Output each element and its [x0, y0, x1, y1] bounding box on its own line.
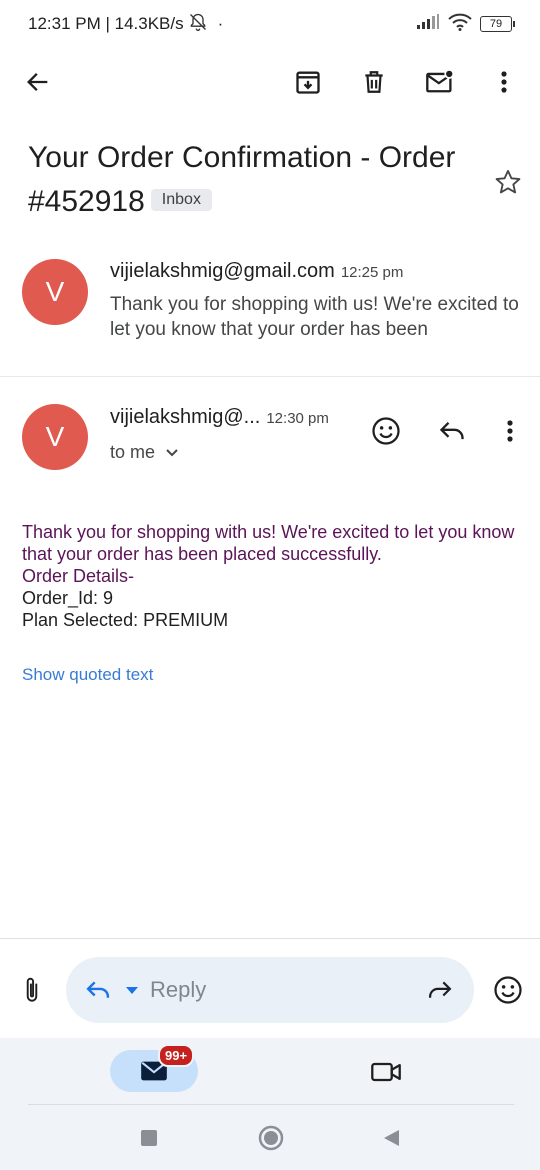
- avatar[interactable]: V: [22, 259, 88, 325]
- wifi-icon: [448, 13, 472, 36]
- message-snippet: Thank you for shopping with us! We're ex…: [110, 294, 519, 340]
- bottom-navigation: 99+: [0, 1038, 540, 1170]
- toolbar: [0, 56, 540, 108]
- archive-icon[interactable]: [288, 62, 328, 102]
- message-time: 12:25 pm: [340, 264, 404, 281]
- chevron-down-icon: [166, 448, 178, 456]
- alarm-off-icon: [188, 12, 208, 37]
- sender-email: vijielakshmig@...: [110, 406, 261, 428]
- mark-unread-icon[interactable]: [420, 62, 460, 102]
- delete-icon[interactable]: [354, 62, 394, 102]
- message-body: Thank you for shopping with us! We're ex…: [22, 521, 522, 631]
- reply-bar: Reply: [0, 955, 540, 1025]
- inbox-label[interactable]: Inbox: [150, 189, 212, 212]
- reply-icon[interactable]: [430, 409, 474, 453]
- emoji-reaction-icon[interactable]: [364, 409, 408, 453]
- sender-email: vijielakshmig@gmail.com: [110, 260, 335, 282]
- avatar[interactable]: V: [22, 404, 88, 470]
- body-paragraph: Thank you for shopping with us! We're ex…: [22, 522, 515, 564]
- more-vert-icon[interactable]: [488, 409, 532, 453]
- sender-row: vijielakshmig@... 12:30 pm: [110, 406, 329, 429]
- reply-input[interactable]: Reply: [66, 957, 474, 1023]
- back-arrow-icon[interactable]: [18, 62, 58, 102]
- star-icon[interactable]: [488, 162, 528, 202]
- recipient-label: to me: [110, 442, 156, 462]
- body-order-details: Order Details-: [22, 566, 135, 586]
- message-expanded-header: V vijielakshmig@... 12:30 pm to me: [0, 378, 540, 498]
- avatar-letter: V: [45, 421, 65, 452]
- sender-row: vijielakshmig@gmail.com 12:25 pm: [110, 260, 403, 283]
- show-quoted-text-link[interactable]: Show quoted text: [22, 665, 153, 685]
- message-time: 12:30 pm: [266, 410, 329, 427]
- emoji-icon[interactable]: [486, 968, 530, 1012]
- email-subject: Your Order Confirmation - Order #452918 I…: [28, 136, 478, 224]
- reply-placeholder: Reply: [150, 977, 207, 1002]
- meet-tab[interactable]: [366, 1056, 406, 1088]
- message-collapsed[interactable]: V vijielakshmig@gmail.com 12:25 pm Thank …: [0, 240, 540, 376]
- status-bar: 12:31 PM | 14.3KB/s · 79: [0, 0, 540, 48]
- avatar-letter: V: [45, 276, 65, 307]
- more-vert-icon[interactable]: [484, 62, 524, 102]
- unread-count-badge: 99+: [158, 1044, 195, 1067]
- reply-icon[interactable]: [84, 979, 112, 1001]
- forward-icon[interactable]: [426, 979, 454, 1001]
- divider: [0, 938, 540, 939]
- video-camera-icon: [371, 1062, 401, 1082]
- battery-icon: 79: [480, 16, 515, 32]
- status-time: 12:31 PM | 14.3KB/s: [28, 14, 184, 33]
- attach-icon[interactable]: [10, 968, 54, 1012]
- system-back-icon[interactable]: [380, 1122, 402, 1154]
- status-dot: ·: [217, 14, 224, 33]
- body-plan: Plan Selected: PREMIUM: [22, 610, 229, 630]
- caret-down-icon[interactable]: [124, 985, 140, 995]
- recents-icon[interactable]: [138, 1122, 160, 1154]
- home-icon[interactable]: [256, 1122, 286, 1154]
- divider: [28, 1104, 514, 1105]
- body-order-id: Order_Id: 9: [22, 588, 114, 608]
- divider: [0, 376, 540, 377]
- signal-icon: [416, 13, 440, 35]
- subject-title: Your Order Confirmation - Order #452918: [28, 141, 456, 218]
- battery-level: 79: [489, 18, 503, 30]
- recipient-details-toggle[interactable]: to me: [110, 442, 179, 463]
